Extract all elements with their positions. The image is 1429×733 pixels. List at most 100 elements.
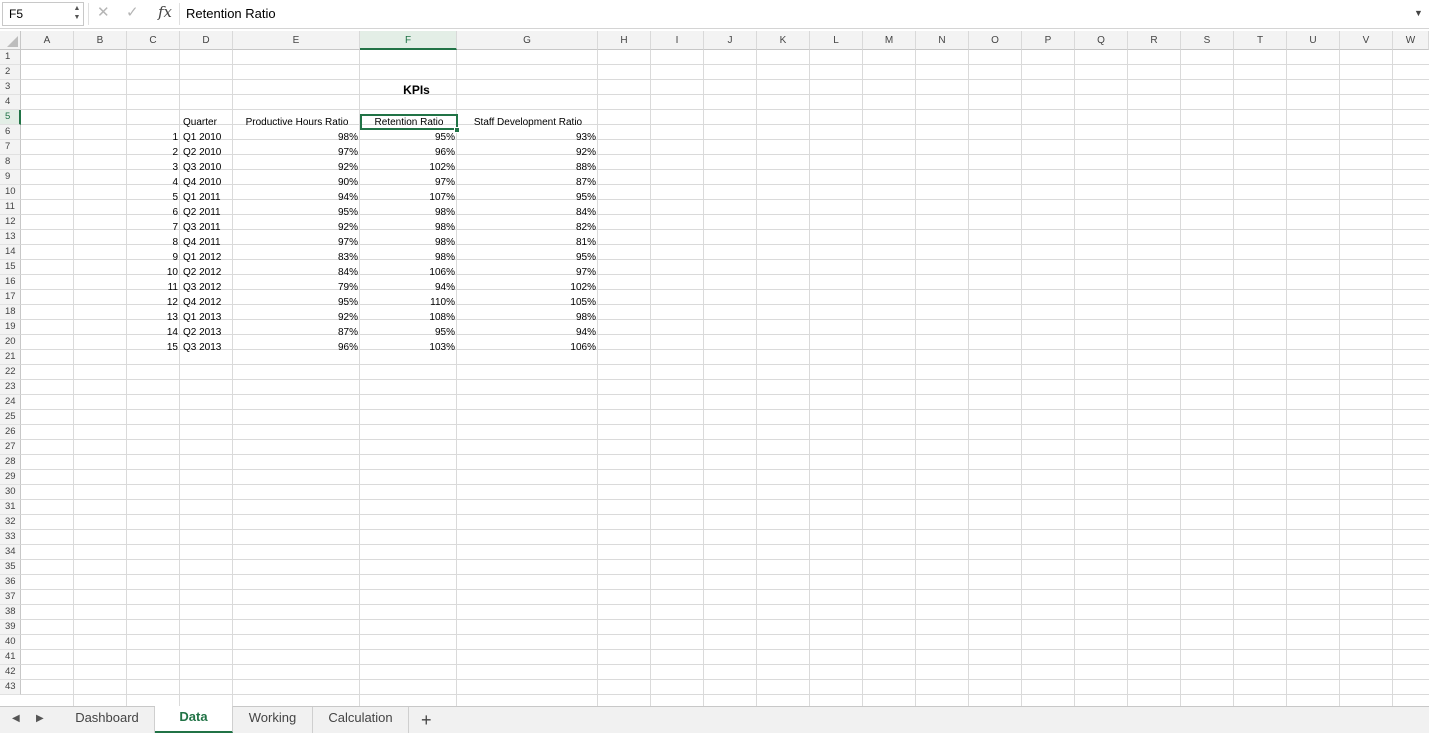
cell-productive-hours[interactable]: 94% [233,190,361,205]
cell-index[interactable]: 11 [127,280,181,295]
row-header-29[interactable]: 29 [0,470,21,485]
header-staff-development[interactable]: Staff Development Ratio [457,115,599,130]
cell-staff-development[interactable]: 92% [457,145,599,160]
select-all-corner[interactable] [0,31,21,50]
cell-index[interactable]: 7 [127,220,181,235]
cell-productive-hours[interactable]: 95% [233,205,361,220]
row-header-9[interactable]: 9 [0,170,21,185]
cell-retention-ratio[interactable]: 98% [360,205,458,220]
row-header-21[interactable]: 21 [0,350,21,365]
row-header-33[interactable]: 33 [0,530,21,545]
cell-index[interactable]: 6 [127,205,181,220]
row-header-34[interactable]: 34 [0,545,21,560]
column-header-v[interactable]: V [1340,31,1393,50]
cell-index[interactable]: 9 [127,250,181,265]
cell-quarter[interactable]: Q2 2010 [180,145,234,160]
cell-staff-development[interactable]: 106% [457,340,599,355]
cell-staff-development[interactable]: 98% [457,310,599,325]
row-header-42[interactable]: 42 [0,665,21,680]
cell-index[interactable]: 12 [127,295,181,310]
cell-quarter[interactable]: Q4 2012 [180,295,234,310]
cell-retention-ratio[interactable]: 95% [360,130,458,145]
cell-index[interactable]: 10 [127,265,181,280]
column-header-w[interactable]: W [1393,31,1429,50]
row-header-41[interactable]: 41 [0,650,21,665]
column-header-m[interactable]: M [863,31,916,50]
cell-productive-hours[interactable]: 83% [233,250,361,265]
row-header-27[interactable]: 27 [0,440,21,455]
header-productive-hours[interactable]: Productive Hours Ratio [233,115,361,130]
row-header-19[interactable]: 19 [0,320,21,335]
row-header-6[interactable]: 6 [0,125,21,140]
row-header-14[interactable]: 14 [0,245,21,260]
cell-quarter[interactable]: Q2 2012 [180,265,234,280]
column-header-d[interactable]: D [180,31,233,50]
column-header-c[interactable]: C [127,31,180,50]
cell-staff-development[interactable]: 94% [457,325,599,340]
cell-retention-ratio[interactable]: 103% [360,340,458,355]
cell-quarter[interactable]: Q3 2011 [180,220,234,235]
cell-index[interactable]: 14 [127,325,181,340]
row-header-22[interactable]: 22 [0,365,21,380]
row-header-18[interactable]: 18 [0,305,21,320]
row-header-31[interactable]: 31 [0,500,21,515]
expand-formula-bar-icon[interactable]: ▼ [1414,8,1423,18]
cell-retention-ratio[interactable]: 102% [360,160,458,175]
row-header-28[interactable]: 28 [0,455,21,470]
cell-staff-development[interactable]: 95% [457,250,599,265]
row-header-23[interactable]: 23 [0,380,21,395]
cell-retention-ratio[interactable]: 107% [360,190,458,205]
cell-staff-development[interactable]: 93% [457,130,599,145]
name-box-spinner-icon[interactable]: ▲ ▼ [73,4,81,24]
name-box[interactable]: F5 ▲ ▼ [2,2,84,26]
cell-productive-hours[interactable]: 97% [233,235,361,250]
row-header-36[interactable]: 36 [0,575,21,590]
row-header-3[interactable]: 3 [0,80,21,95]
cell-index[interactable]: 1 [127,130,181,145]
column-header-n[interactable]: N [916,31,969,50]
cell-staff-development[interactable]: 87% [457,175,599,190]
cell-quarter[interactable]: Q3 2010 [180,160,234,175]
cell-productive-hours[interactable]: 98% [233,130,361,145]
header-quarter[interactable]: Quarter [180,115,234,130]
row-header-37[interactable]: 37 [0,590,21,605]
cell-retention-ratio[interactable]: 98% [360,235,458,250]
column-header-r[interactable]: R [1128,31,1181,50]
cell-productive-hours[interactable]: 92% [233,160,361,175]
row-header-7[interactable]: 7 [0,140,21,155]
cell-staff-development[interactable]: 82% [457,220,599,235]
column-header-l[interactable]: L [810,31,863,50]
cell-quarter[interactable]: Q4 2011 [180,235,234,250]
row-header-17[interactable]: 17 [0,290,21,305]
tab-data[interactable]: Data [155,706,233,733]
cell-staff-development[interactable]: 97% [457,265,599,280]
tab-dashboard[interactable]: Dashboard [60,707,155,733]
row-header-16[interactable]: 16 [0,275,21,290]
cell-quarter[interactable]: Q1 2012 [180,250,234,265]
cell-quarter[interactable]: Q3 2012 [180,280,234,295]
row-header-10[interactable]: 10 [0,185,21,200]
cell-quarter[interactable]: Q1 2010 [180,130,234,145]
cell-index[interactable]: 5 [127,190,181,205]
cell-quarter[interactable]: Q2 2013 [180,325,234,340]
column-header-t[interactable]: T [1234,31,1287,50]
cell-quarter[interactable]: Q3 2013 [180,340,234,355]
insert-function-icon[interactable]: fx [158,3,172,21]
cell-index[interactable]: 4 [127,175,181,190]
cell-staff-development[interactable]: 84% [457,205,599,220]
cell-index[interactable]: 2 [127,145,181,160]
row-header-12[interactable]: 12 [0,215,21,230]
column-header-k[interactable]: K [757,31,810,50]
column-header-e[interactable]: E [233,31,360,50]
enter-check-icon[interactable]: ✓ [126,4,139,22]
cell-quarter[interactable]: Q1 2011 [180,190,234,205]
row-header-5[interactable]: 5 [0,110,21,125]
row-header-38[interactable]: 38 [0,605,21,620]
column-header-p[interactable]: P [1022,31,1075,50]
column-header-u[interactable]: U [1287,31,1340,50]
cell-productive-hours[interactable]: 96% [233,340,361,355]
column-header-q[interactable]: Q [1075,31,1128,50]
row-header-25[interactable]: 25 [0,410,21,425]
cell-retention-ratio[interactable]: 96% [360,145,458,160]
row-header-43[interactable]: 43 [0,680,21,695]
